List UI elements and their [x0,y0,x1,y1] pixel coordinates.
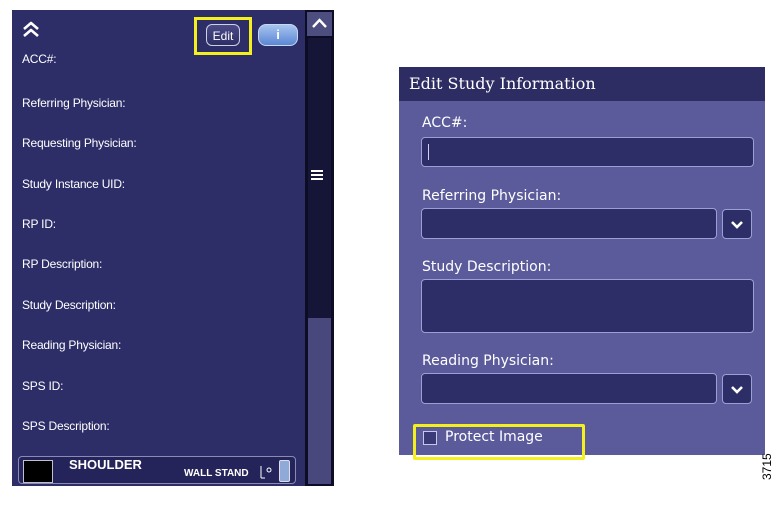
study-info-panel: Edit i ACC#: Referring Physician: Reques… [12,10,334,486]
thumbnail-image [23,460,53,483]
edit-study-dialog: Edit Study Information ACC#: Referring P… [399,67,765,460]
study-description-input[interactable] [421,279,754,333]
reading-physician-label: Reading Physician: [422,353,554,369]
double-chevron-up-icon[interactable] [20,18,42,40]
referring-physician-select[interactable] [421,208,717,239]
chevron-up-icon [312,18,327,28]
field-referring-physician: Referring Physician: [22,96,126,110]
thumbnail-slider[interactable] [279,460,290,482]
field-sps-id: SPS ID: [22,379,64,393]
vertical-scrollbar[interactable] [305,10,334,486]
position-marker-icon [260,466,272,479]
thumbnail-title: SHOULDER [69,457,142,472]
thumbnail-subtitle: WALL STAND [184,468,249,479]
scroll-up-button[interactable] [307,12,332,36]
figure-number: 3715 [760,453,774,480]
dialog-header: Edit Study Information [399,67,765,101]
field-acc: ACC#: [22,52,57,66]
protect-image-label[interactable]: Protect Image [445,429,543,445]
reading-physician-select[interactable] [421,373,717,404]
chevron-down-icon [731,221,743,229]
info-button[interactable]: i [258,24,298,46]
dialog-title: Edit Study Information [409,74,596,93]
acc-input[interactable] [421,137,754,167]
text-caret [428,144,429,160]
scroll-track[interactable] [308,318,331,484]
referring-physician-dropdown-button[interactable] [722,209,752,239]
hamburger-icon[interactable] [310,168,324,182]
field-reading-physician: Reading Physician: [22,338,122,352]
thumbnail-card[interactable]: SHOULDER WALL STAND [18,456,296,484]
field-requesting-physician: Requesting Physician: [22,136,137,150]
protect-image-checkbox[interactable] [423,431,437,445]
field-study-instance-uid: Study Instance UID: [22,177,125,191]
edit-button[interactable]: Edit [206,24,240,46]
field-rp-id: RP ID: [22,217,56,231]
reading-physician-dropdown-button[interactable] [722,374,752,404]
referring-physician-label: Referring Physician: [422,188,562,204]
study-description-label: Study Description: [422,259,552,275]
field-sps-description: SPS Description: [22,419,110,433]
field-study-description: Study Description: [22,298,116,312]
acc-label: ACC#: [422,115,468,131]
study-info-body: Edit i ACC#: Referring Physician: Reques… [12,10,305,486]
chevron-down-icon [731,386,743,394]
field-rp-description: RP Description: [22,257,103,271]
